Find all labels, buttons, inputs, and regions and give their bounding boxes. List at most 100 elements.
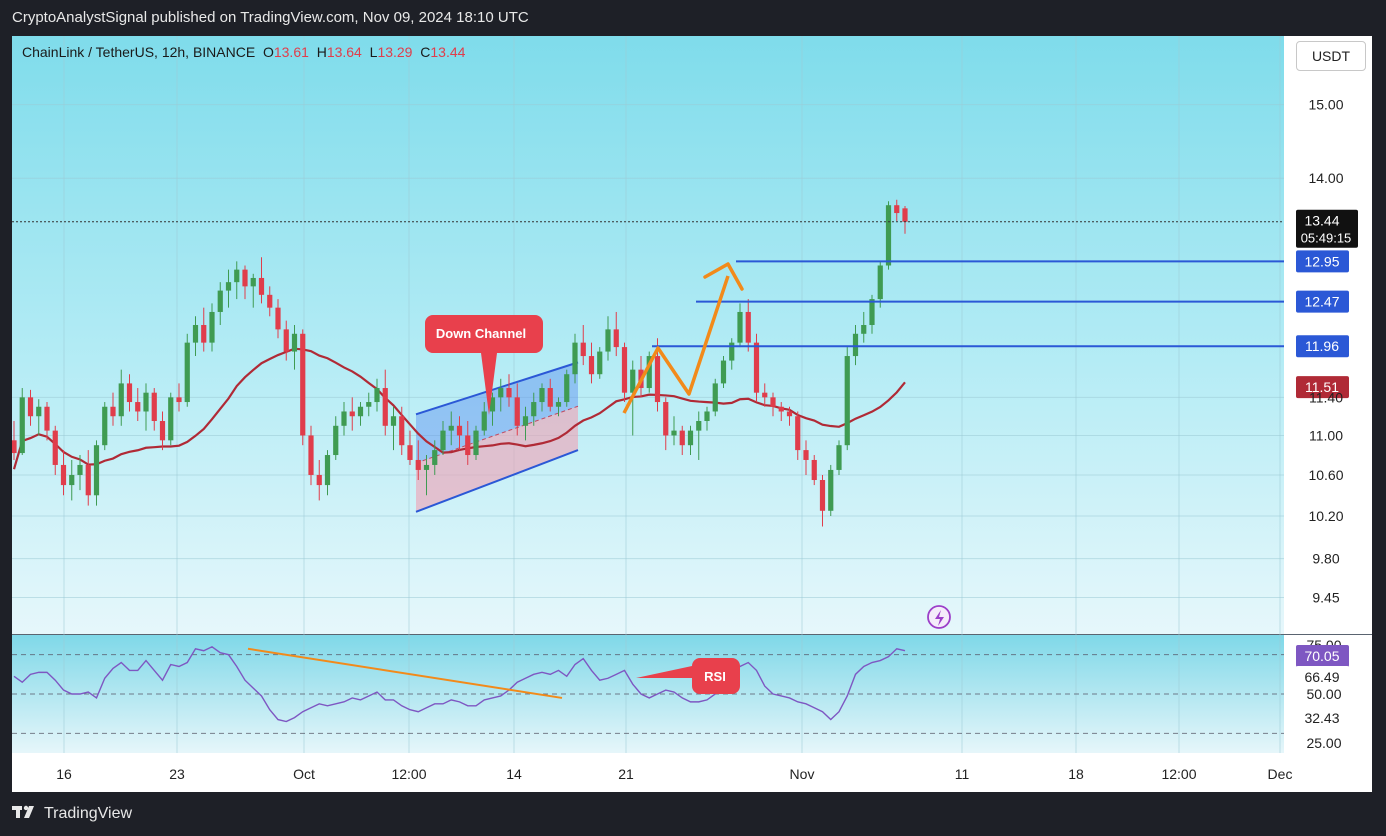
candle-body: [151, 392, 157, 422]
candle-body: [885, 205, 892, 266]
candle-body: [324, 455, 331, 486]
y-tick-label: 10.60: [1308, 467, 1343, 483]
candle-body: [341, 411, 347, 426]
x-tick-label: 16: [56, 766, 72, 782]
tradingview-logo-icon[interactable]: [12, 804, 38, 824]
candle-body: [217, 290, 223, 312]
x-tick-label: Oct: [293, 766, 315, 782]
candle-body: [902, 208, 908, 222]
candle-body: [621, 347, 628, 393]
candle: [720, 356, 727, 389]
candle-body: [671, 430, 677, 436]
candle-body: [291, 333, 298, 352]
x-tick-label: Nov: [790, 766, 815, 782]
candle: [102, 402, 108, 451]
candle-body: [118, 383, 124, 417]
candle-body: [745, 311, 751, 343]
candle-body: [786, 411, 793, 417]
last-price-label: 13.44: [1304, 213, 1339, 229]
candle-body: [654, 356, 661, 403]
candle-body: [580, 342, 586, 357]
x-tick-label: 14: [506, 766, 522, 782]
candle-body: [143, 392, 149, 412]
legend-high-value: 13.64: [326, 44, 362, 60]
candle-body: [522, 416, 529, 426]
rsi-y-tick-label: 50.00: [1306, 686, 1341, 702]
candle-body: [712, 383, 718, 412]
x-tick-label: 11: [955, 766, 970, 782]
y-tick-label: 11.00: [1309, 427, 1343, 443]
legend-symbol: ChainLink / TetherUS, 12h, BINANCE: [22, 44, 256, 60]
legend-high-label: H: [316, 44, 327, 60]
y-tick-label: 9.45: [1312, 589, 1339, 605]
legend-low-value: 13.29: [377, 44, 413, 60]
candle-body: [498, 388, 504, 398]
candle-body: [465, 435, 471, 456]
candle-body: [704, 411, 710, 422]
candle-body: [819, 480, 826, 511]
candle-body: [473, 430, 479, 456]
candle-body: [85, 464, 91, 496]
candle-body: [456, 425, 463, 436]
candle-body: [811, 459, 817, 481]
candle-body: [258, 277, 265, 295]
y-tick-label: 11.40: [1309, 389, 1343, 405]
chart-frame[interactable]: 12.95 12.47 11.96 11.51 13.44 05:49:15 Down C…: [11, 36, 1372, 792]
candle-body: [844, 356, 850, 446]
footer-brand: TradingView: [44, 805, 133, 822]
candle: [168, 392, 174, 446]
candle-body: [184, 342, 190, 403]
x-tick-label: 21: [618, 766, 634, 782]
rsi-value-label: 70.05: [1304, 648, 1339, 664]
y-tick-label: 10.20: [1308, 508, 1343, 524]
candle-body: [861, 325, 867, 334]
candle-body: [440, 430, 446, 451]
candle-countdown-label: 05:49:15: [1301, 231, 1352, 246]
candle-body: [613, 329, 619, 348]
x-tick-label: 12:00: [1161, 766, 1196, 782]
candle-body: [110, 406, 116, 417]
candle-body: [514, 397, 520, 426]
candle-body: [308, 435, 314, 475]
candle: [828, 464, 834, 516]
candle-body: [390, 416, 397, 426]
candle-body: [753, 342, 760, 393]
candle: [19, 388, 25, 456]
candle-body: [803, 450, 809, 460]
candle-body: [737, 311, 743, 343]
candle-body: [720, 360, 727, 384]
candle-body: [135, 402, 141, 412]
candle: [300, 329, 306, 446]
attribution-bar: CryptoAnalystSignal published on Trading…: [0, 0, 1386, 36]
legend-open-label: O: [262, 44, 274, 60]
rsi-y-tick-label: 25.00: [1306, 735, 1341, 751]
chart-canvas[interactable]: 12.9512.4711.9611.5113.4405:49:15 Down C…: [11, 36, 1372, 792]
candle-body: [349, 411, 355, 417]
candle-body: [572, 342, 578, 375]
footer: TradingView: [12, 796, 132, 832]
candle-body: [250, 277, 256, 287]
y-tick-label: 14.00: [1308, 170, 1343, 186]
candle-body: [60, 464, 67, 486]
candle-body: [382, 388, 388, 426]
candle-body: [201, 325, 207, 343]
currency-button[interactable]: USDT: [1296, 41, 1366, 71]
candle-body: [333, 425, 339, 456]
candle: [712, 378, 718, 417]
candle: [564, 369, 570, 407]
x-tick-label: Dec: [1268, 766, 1293, 782]
candle-body: [448, 425, 454, 431]
candle-body: [52, 430, 58, 465]
candle: [885, 201, 892, 270]
candle-body: [836, 445, 842, 470]
y-tick-label: 15.00: [1308, 97, 1343, 113]
candle-body: [555, 402, 562, 407]
candle-body: [564, 374, 570, 403]
candle-body: [267, 294, 273, 308]
candle-body: [234, 269, 240, 283]
x-tick-label: 18: [1068, 766, 1084, 782]
candle-body: [192, 325, 199, 343]
candle-body: [877, 265, 883, 300]
candle-body: [852, 333, 859, 357]
candle-body: [778, 406, 784, 412]
